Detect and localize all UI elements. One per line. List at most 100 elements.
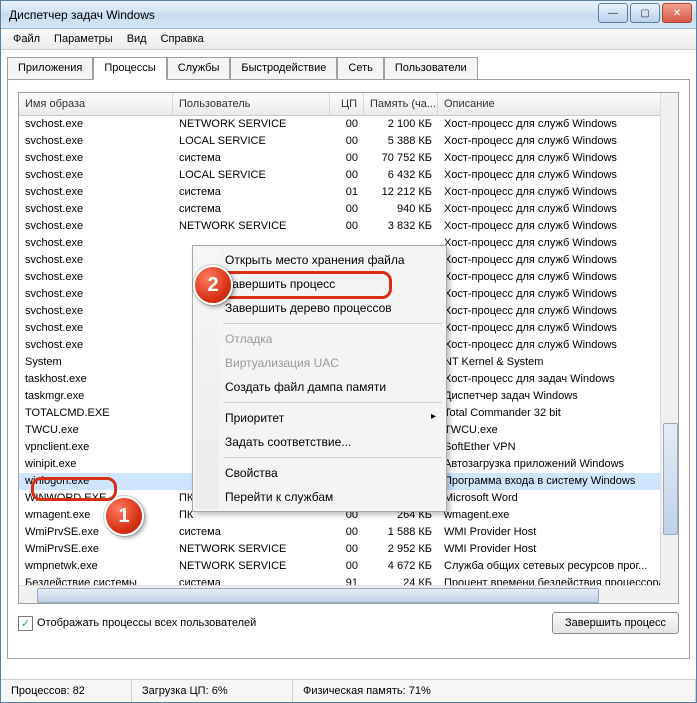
- cell-img: svchost.exe: [19, 320, 173, 337]
- horizontal-scrollbar[interactable]: [19, 585, 661, 603]
- table-row[interactable]: svchost.exeсистема00940 КБХост-процесс д…: [19, 201, 678, 218]
- cell-mem: 2 952 КБ: [364, 541, 438, 558]
- status-bar: Процессов: 82 Загрузка ЦП: 6% Физическая…: [1, 679, 696, 702]
- cell-desc: WMI Provider Host: [438, 541, 678, 558]
- cell-desc: Хост-процесс для служб Windows: [438, 218, 678, 235]
- ctx-separator: [223, 323, 442, 324]
- cell-mem: 1 588 КБ: [364, 524, 438, 541]
- cell-img: System: [19, 354, 173, 371]
- cell-img: svchost.exe: [19, 184, 173, 201]
- cell-usr: LOCAL SERVICE: [173, 167, 330, 184]
- cell-desc: Хост-процесс для служб Windows: [438, 252, 678, 269]
- cell-cpu: 00: [330, 116, 364, 133]
- cell-desc: Хост-процесс для служб Windows: [438, 303, 678, 320]
- hscroll-thumb[interactable]: [37, 588, 599, 603]
- cell-desc: Хост-процесс для служб Windows: [438, 269, 678, 286]
- table-row[interactable]: svchost.exeLOCAL SERVICE005 388 КБХост-п…: [19, 133, 678, 150]
- vscroll-thumb[interactable]: [663, 423, 678, 535]
- vertical-scrollbar[interactable]: [660, 93, 678, 603]
- table-row[interactable]: WmiPrvSE.exeNETWORK SERVICE002 952 КБWMI…: [19, 541, 678, 558]
- cell-img: wmpnetwk.exe: [19, 558, 173, 575]
- ctx-priority[interactable]: Приоритет: [195, 406, 444, 430]
- cell-desc: Хост-процесс для служб Windows: [438, 133, 678, 150]
- cell-desc: Хост-процесс для служб Windows: [438, 184, 678, 201]
- cell-desc: Хост-процесс для служб Windows: [438, 116, 678, 133]
- cell-desc: Хост-процесс для служб Windows: [438, 286, 678, 303]
- callout-badge-1: 1: [104, 496, 144, 536]
- ctx-open-file-location[interactable]: Открыть место хранения файла: [195, 248, 444, 272]
- menu-view[interactable]: Вид: [121, 31, 153, 47]
- end-process-button[interactable]: Завершить процесс: [552, 612, 679, 634]
- menu-file[interactable]: Файл: [7, 31, 46, 47]
- cell-img: WINWORD.EXE: [19, 490, 173, 507]
- ctx-set-affinity[interactable]: Задать соответствие...: [195, 430, 444, 454]
- tab-applications[interactable]: Приложения: [7, 57, 93, 80]
- window-title: Диспетчер задач Windows: [9, 8, 155, 22]
- cell-img: svchost.exe: [19, 252, 173, 269]
- cell-desc: Хост-процесс для задач Windows: [438, 371, 678, 388]
- cell-usr: LOCAL SERVICE: [173, 133, 330, 150]
- cell-usr: NETWORK SERVICE: [173, 558, 330, 575]
- table-row[interactable]: wmpnetwk.exeNETWORK SERVICE004 672 КБСлу…: [19, 558, 678, 575]
- checkbox-icon: ✓: [18, 616, 33, 631]
- cell-usr: NETWORK SERVICE: [173, 541, 330, 558]
- cell-img: svchost.exe: [19, 201, 173, 218]
- cell-usr: система: [173, 184, 330, 201]
- cell-img: svchost.exe: [19, 133, 173, 150]
- ctx-goto-services[interactable]: Перейти к службам: [195, 485, 444, 509]
- ctx-end-process-tree[interactable]: Завершить дерево процессов: [195, 296, 444, 320]
- tab-services[interactable]: Службы: [167, 57, 231, 80]
- cell-img: svchost.exe: [19, 218, 173, 235]
- cell-cpu: 00: [330, 201, 364, 218]
- ctx-create-dump[interactable]: Создать файл дампа памяти: [195, 375, 444, 399]
- menu-options[interactable]: Параметры: [48, 31, 119, 47]
- menu-help[interactable]: Справка: [155, 31, 210, 47]
- table-row[interactable]: svchost.exeNETWORK SERVICE002 100 КБХост…: [19, 116, 678, 133]
- status-memory: Физическая память: 71%: [293, 680, 696, 702]
- ctx-separator: [223, 402, 442, 403]
- col-header-user[interactable]: Пользователь: [173, 93, 330, 115]
- ctx-properties[interactable]: Свойства: [195, 461, 444, 485]
- cell-img: svchost.exe: [19, 269, 173, 286]
- status-cpu: Загрузка ЦП: 6%: [132, 680, 293, 702]
- cell-img: svchost.exe: [19, 286, 173, 303]
- col-header-image[interactable]: Имя образа: [19, 93, 173, 115]
- table-row[interactable]: svchost.exeLOCAL SERVICE006 432 КБХост-п…: [19, 167, 678, 184]
- cell-mem: 4 672 КБ: [364, 558, 438, 575]
- table-row[interactable]: svchost.exeсистема0112 212 КБХост-процес…: [19, 184, 678, 201]
- titlebar[interactable]: Диспетчер задач Windows — ▢ ✕: [1, 1, 696, 29]
- cell-cpu: 00: [330, 541, 364, 558]
- cell-desc: Хост-процесс для служб Windows: [438, 235, 678, 252]
- cell-desc: Хост-процесс для служб Windows: [438, 150, 678, 167]
- col-header-memory[interactable]: Память (ча...: [364, 93, 438, 115]
- tab-users[interactable]: Пользователи: [384, 57, 478, 80]
- cell-desc: Автозагрузка приложений Windows: [438, 456, 678, 473]
- cell-desc: TWCU.exe: [438, 422, 678, 439]
- cell-cpu: 00: [330, 167, 364, 184]
- cell-desc: Хост-процесс для служб Windows: [438, 201, 678, 218]
- cell-usr: система: [173, 150, 330, 167]
- cell-mem: 12 212 КБ: [364, 184, 438, 201]
- col-header-description[interactable]: Описание: [438, 93, 678, 115]
- cell-img: WmiPrvSE.exe: [19, 524, 173, 541]
- col-header-cpu[interactable]: ЦП: [330, 93, 364, 115]
- table-row[interactable]: svchost.exeсистема0070 752 КБХост-процес…: [19, 150, 678, 167]
- show-all-users-checkbox[interactable]: ✓ Отображать процессы всех пользователей: [18, 616, 256, 631]
- tab-performance[interactable]: Быстродействие: [230, 57, 337, 80]
- cell-cpu: 00: [330, 524, 364, 541]
- tab-processes[interactable]: Процессы: [93, 57, 166, 80]
- cell-desc: Microsoft Word: [438, 490, 678, 507]
- cell-desc: NT Kernel & System: [438, 354, 678, 371]
- close-button[interactable]: ✕: [662, 3, 692, 23]
- maximize-button[interactable]: ▢: [630, 3, 660, 23]
- minimize-button[interactable]: —: [598, 3, 628, 23]
- table-row[interactable]: svchost.exeNETWORK SERVICE003 832 КБХост…: [19, 218, 678, 235]
- cell-desc: SoftEther VPN: [438, 439, 678, 456]
- cell-usr: NETWORK SERVICE: [173, 116, 330, 133]
- grid-header: Имя образа Пользователь ЦП Память (ча...…: [19, 93, 678, 116]
- cell-desc: Служба общих сетевых ресурсов прог...: [438, 558, 678, 575]
- tab-networking[interactable]: Сеть: [337, 57, 383, 80]
- cell-mem: 70 752 КБ: [364, 150, 438, 167]
- cell-img: svchost.exe: [19, 116, 173, 133]
- cell-desc: Хост-процесс для служб Windows: [438, 337, 678, 354]
